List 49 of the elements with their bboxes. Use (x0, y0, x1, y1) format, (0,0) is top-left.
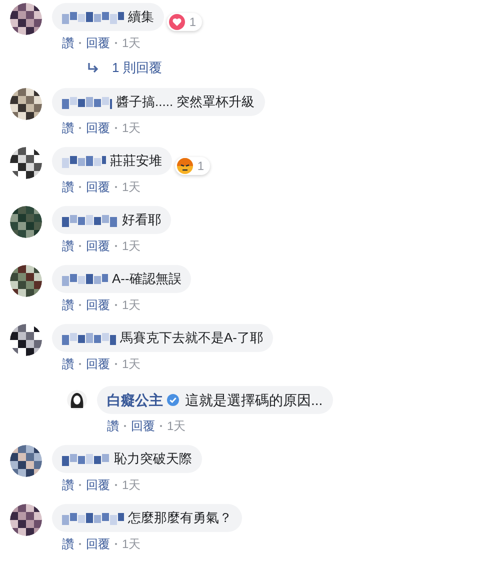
action-link[interactable]: 回覆 (86, 298, 110, 312)
action-link[interactable]: 回覆 (86, 121, 110, 135)
avatar[interactable] (10, 445, 42, 477)
action-link[interactable]: 讚 (62, 537, 74, 551)
avatar[interactable] (10, 504, 42, 536)
action-link[interactable]: 回覆 (86, 478, 110, 492)
action-link[interactable]: 讚 (62, 298, 74, 312)
action-link[interactable]: 讚 (62, 239, 74, 253)
blurred-name[interactable] (62, 153, 106, 169)
avatar[interactable] (10, 3, 42, 35)
reaction-count: 1 (197, 158, 204, 174)
blurred-name[interactable] (62, 271, 108, 287)
action-link[interactable]: 讚 (62, 357, 74, 371)
action-link[interactable]: 讚 (62, 36, 74, 50)
blurred-name[interactable] (62, 94, 112, 110)
reaction-count: 1 (189, 14, 196, 30)
avatar[interactable] (67, 390, 87, 410)
action-link[interactable]: 讚 (62, 180, 74, 194)
avatar[interactable] (10, 324, 42, 356)
action-link[interactable]: 回覆 (86, 537, 110, 551)
action-link[interactable]: 回覆 (86, 36, 110, 50)
action-link[interactable]: 回覆 (86, 357, 110, 371)
author-name[interactable]: 白癡公主 (107, 392, 163, 408)
comment-text: A--確認無誤 (112, 271, 182, 287)
blurred-name[interactable] (62, 212, 118, 228)
action-link[interactable]: 讚 (62, 121, 74, 135)
comment-text: 好看耶 (122, 212, 161, 228)
blurred-name[interactable] (62, 510, 124, 526)
comment-text: 醬子搞..... 突然罩杯升級 (116, 94, 255, 110)
comment-text: 馬賽克下去就不是A-了耶 (120, 330, 263, 346)
comment-text: 莊莊安堆 (110, 153, 162, 169)
blurred-name[interactable] (62, 451, 110, 467)
avatar[interactable] (10, 88, 42, 120)
action-link[interactable]: 讚 (62, 478, 74, 492)
avatar[interactable] (10, 265, 42, 297)
comment-text: 續集 (128, 9, 154, 25)
avatar[interactable] (10, 147, 42, 179)
reply-arrow-icon (88, 63, 100, 73)
avatar[interactable] (10, 206, 42, 238)
action-link[interactable]: 回覆 (86, 239, 110, 253)
action-link[interactable]: 回覆 (86, 180, 110, 194)
action-link[interactable]: 讚 (107, 419, 119, 433)
blurred-name[interactable] (62, 330, 116, 346)
comment-text: 這就是選擇碼的原因... (185, 392, 323, 408)
blurred-name[interactable] (62, 9, 124, 25)
action-link[interactable]: 回覆 (131, 419, 155, 433)
view-replies-link[interactable]: 1 則回覆 (112, 60, 162, 76)
comment-text: 恥力突破天際 (114, 451, 192, 467)
comment-text: 怎麼那麼有勇氣？ (128, 510, 232, 526)
